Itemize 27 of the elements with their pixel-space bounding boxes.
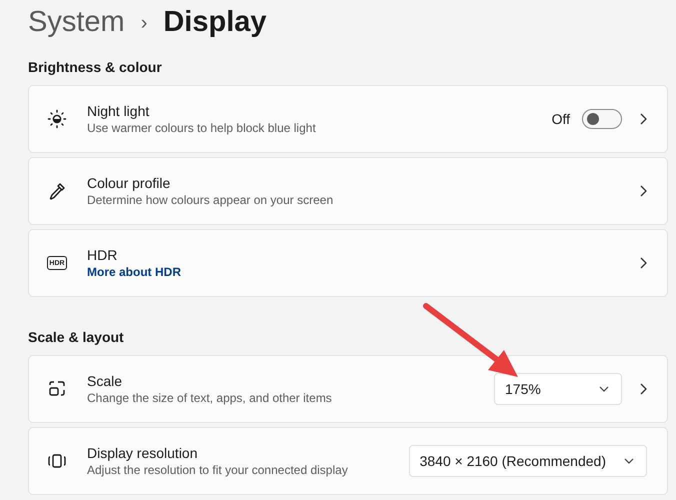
page-title: Display — [163, 5, 267, 40]
setting-title: Colour profile — [87, 174, 172, 192]
breadcrumb-link[interactable]: System — [28, 1, 125, 45]
dropper-icon — [47, 181, 67, 201]
toggle-switch[interactable] — [582, 109, 622, 129]
caret-icon — [624, 458, 634, 464]
section-heading: Scale & layout — [28, 328, 125, 347]
setting-row[interactable]: Scale Change the size of text, apps, and other items 175% — [28, 355, 668, 423]
setting-row[interactable]: Display resolution Adjust the resolution to fit your connected display 3840 × 2160 (Recommended) — [28, 427, 668, 495]
dropdown[interactable]: 175% — [494, 373, 622, 405]
setting-description: Determine how colours appear on your screen — [87, 192, 334, 208]
setting-title: Scale — [87, 372, 124, 390]
setting-title: Night light — [87, 102, 150, 120]
setting-description: Adjust the resolution to fit your connected display — [87, 462, 349, 478]
sun-icon — [47, 109, 67, 129]
setting-title: Display resolution — [87, 444, 198, 462]
setting-row[interactable]: Night light Use warmer colours to help block blue light Off — [28, 85, 668, 153]
toggle-state-label: Off — [552, 110, 570, 128]
caret-icon — [599, 386, 609, 392]
more-info-link[interactable]: More about HDR — [87, 264, 181, 280]
section-heading: Brightness & colour — [28, 58, 163, 77]
breadcrumb-separator: › — [140, 11, 148, 36]
setting-row[interactable]: Colour profile Determine how colours appear on your screen — [28, 157, 668, 225]
setting-description: Use warmer colours to help block blue light — [87, 120, 317, 136]
dropdown[interactable]: 3840 × 2160 (Recommended) — [408, 445, 647, 477]
setting-title: HDR — [87, 246, 118, 264]
setting-description: Change the size of text, apps, and other items — [87, 390, 333, 406]
